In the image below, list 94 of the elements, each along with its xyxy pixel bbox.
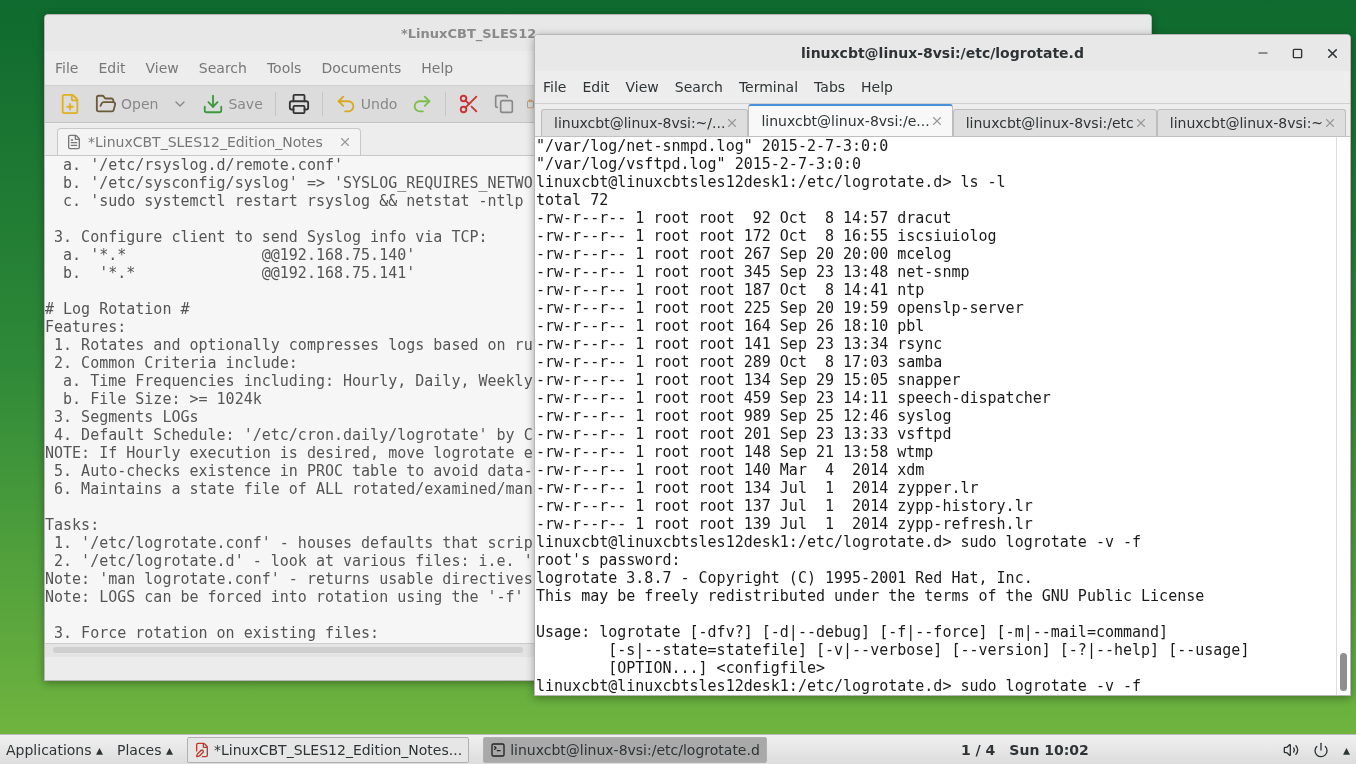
close-icon[interactable]	[338, 135, 352, 149]
vertical-scrollbar[interactable]	[1336, 137, 1350, 695]
power-icon[interactable]	[1313, 741, 1329, 758]
editor-line: a. Time Frequencies including: Hourly, Daily, Weekly	[62, 372, 534, 390]
editor-line: 6. Maintains a state file of ALL rotated/examined/man	[53, 480, 534, 498]
maximize-button[interactable]	[1292, 47, 1303, 59]
editor-line: Tasks:	[45, 516, 101, 534]
terminal-line: Usage: logrotate [-dfv?] [-d|--debug] [-f|--force] [-m|--mail=command]	[536, 623, 1170, 641]
horizontal-scrollbar[interactable]	[45, 643, 534, 657]
editor-line: c. 'sudo systemctl restart rsyslog && netstat -ntlp	[62, 192, 525, 210]
terminal-line: [OPTION...] <configfile>	[607, 659, 826, 677]
editor-line: 5. Auto-checks existence in PROC table to avoid data-	[53, 462, 534, 480]
editor-line: b. '/etc/sysconfig/syslog' => 'SYSLOG_REQUIRES_NETWO	[62, 174, 534, 192]
document-tab[interactable]: *LinuxCBT_SLES12_Edition_Notes	[57, 128, 361, 155]
terminal-line: -rw-r--r-- 1 root root 148 Sep 21 13:58 wtmp	[536, 443, 935, 461]
window-title: *LinuxCBT_SLES12	[401, 25, 537, 41]
editor-line: NOTE: If Hourly execution is desired, move logrotate e	[45, 444, 534, 462]
document-icon	[66, 134, 82, 150]
tab-label: *LinuxCBT_SLES12_Edition_Notes	[88, 134, 323, 150]
editor-line: b. File Size: >= 1024k	[62, 390, 263, 408]
editor-line: Features:	[45, 318, 128, 336]
volume-icon[interactable]	[1283, 741, 1299, 758]
terminal-line: linuxcbt@linuxcbtsles12desk1:/etc/logrotate.d> ls -l	[536, 173, 1007, 191]
editor-line: Note: 'man logrotate.conf' - returns usable directives	[45, 570, 534, 588]
terminal-line: This may be freely redistributed under the terms of the GNU Public License	[536, 587, 1206, 605]
menu-item[interactable]: Edit	[582, 79, 610, 95]
editor-line: 3. Configure client to send Syslog info via TCP:	[53, 228, 489, 246]
terminal-line: -rw-r--r-- 1 root root 459 Sep 23 14:11 speech-dispatcher	[536, 389, 1052, 407]
terminal-line: -rw-r--r-- 1 root root 289 Oct 8 17:03 samba	[536, 353, 944, 371]
terminal-line: linuxcbt@linuxcbtsles12desk1:/etc/logrotate.d> sudo logrotate -v -f	[536, 533, 1143, 551]
terminal-line: logrotate 3.8.7 - Copyright (C) 1995-2001 Red Hat, Inc.	[536, 569, 1034, 587]
terminal-line: -rw-r--r-- 1 root root 140 Mar 4 2014 xdm	[536, 461, 926, 479]
editor-line: a. '*.* @@192.168.75.140'	[62, 246, 417, 264]
editor-line: b. '*.* @@192.168.75.141'	[62, 264, 417, 282]
text-editor-area[interactable]	[45, 156, 534, 643]
download-icon	[202, 93, 225, 115]
terminal-line: -rw-r--r-- 1 root root 134 Sep 29 15:05 snapper	[536, 371, 962, 389]
editor-line: 1. Rotates and optionally compresses logs based on ru	[53, 336, 534, 354]
terminal-line: -rw-r--r-- 1 root root 989 Sep 25 12:46 syslog	[536, 407, 953, 425]
menu-item[interactable]: Documents	[321, 60, 402, 76]
terminal-line: -rw-r--r-- 1 root root 172 Oct 8 16:55 iscsiuiolog	[536, 227, 998, 245]
terminal-line: -rw-r--r-- 1 root root 267 Sep 20 20:00 mcelog	[536, 245, 953, 263]
menu-item[interactable]: File	[543, 79, 567, 95]
taskbar-window-button[interactable]: linuxcbt@linux-8vsi:/etc/logrotate.d	[483, 736, 767, 763]
menu-item[interactable]: File	[55, 60, 79, 76]
terminal-line: -rw-r--r-- 1 root root 187 Oct 8 14:41 ntp	[536, 281, 926, 299]
clock[interactable]: Sun 10:02	[1009, 741, 1089, 758]
taskbar-window-button[interactable]: *LinuxCBT_SLES12_Edition_Notes...	[187, 736, 470, 763]
editor-line: 2. Common Criteria include:	[53, 354, 299, 372]
editor-line: 3. Segments LOGs	[53, 408, 200, 426]
window-title: linuxcbt@linux-8vsi:/etc/logrotate.d	[801, 45, 1084, 61]
terminal-line: "/var/log/net-snmpd.log" 2015-2-7-3:0:0	[536, 137, 890, 155]
menu-item[interactable]: Tabs	[814, 79, 846, 95]
terminal-line: linuxcbt@linuxcbtsles12desk1:/etc/logrotate.d> sudo logrotate -v -f	[536, 677, 1143, 695]
terminal-tab[interactable]: linuxcbt@linux-8vsi:~/...	[541, 109, 749, 136]
menu-item[interactable]: View	[625, 79, 659, 95]
menu-item[interactable]: Help	[861, 79, 893, 95]
folder-icon	[95, 93, 117, 115]
panel-menu[interactable]: Places ▴	[117, 741, 173, 758]
workspace-indicator[interactable]: 1 / 4	[961, 741, 996, 758]
editor-line: 3. Force rotation on existing files:	[53, 624, 381, 642]
terminal-line: -rw-r--r-- 1 root root 164 Sep 26 18:10 pbl	[536, 317, 926, 335]
terminal-icon	[490, 741, 507, 758]
editor-line: 2. '/etc/logrotate.d' - look at various files: i.e. '	[53, 552, 534, 570]
terminal-line: -rw-r--r-- 1 root root 201 Sep 23 13:33 vsftpd	[536, 425, 953, 443]
terminal-line: -rw-r--r-- 1 root root 141 Sep 23 13:34 rsync	[536, 335, 944, 353]
terminal-line: total 72	[536, 191, 610, 209]
menu-item[interactable]: Search	[198, 60, 247, 76]
terminal-line: -rw-r--r-- 1 root root 139 Jul 1 2014 zypp-refresh.lr	[536, 515, 1034, 533]
menu-item[interactable]: Tools	[266, 60, 302, 76]
terminal-line: -rw-r--r-- 1 root root 345 Sep 23 13:48 net-snmp	[536, 263, 971, 281]
terminal-line: "/var/log/vsftpd.log" 2015-2-7-3:0:0	[536, 155, 863, 173]
terminal-line: -rw-r--r-- 1 root root 225 Sep 20 19:59 openslp-server	[536, 299, 1025, 317]
tray-arrow[interactable]: ▴	[1343, 741, 1350, 758]
terminal-line: -rw-r--r-- 1 root root 92 Oct 8 14:57 dracut	[536, 209, 953, 227]
terminal-line: -rw-r--r-- 1 root root 137 Jul 1 2014 zypp-history.lr	[536, 497, 1034, 515]
editor-line: 1. '/etc/logrotate.conf' - houses defaults that scrip	[53, 534, 534, 552]
menu-item[interactable]: Search	[674, 79, 723, 95]
editor-line: # Log Rotation #	[45, 300, 191, 318]
editor-line: 4. Default Schedule: '/etc/cron.daily/logrotate' by C	[53, 426, 534, 444]
terminal-tab[interactable]: linuxcbt@linux-8vsi:/e...	[748, 104, 953, 136]
menu-item[interactable]: Help	[421, 60, 454, 76]
menu-item[interactable]: Terminal	[738, 79, 799, 95]
terminal-line: -rw-r--r-- 1 root root 134 Jul 1 2014 zypper.lr	[536, 479, 980, 497]
terminal-line: root's password:	[536, 551, 682, 569]
terminal-line: [-s|--state=statefile] [-v|--verbose] [--version] [-?|--help] [--usage]	[607, 641, 1251, 659]
menu-item[interactable]: View	[145, 60, 179, 76]
editor-line: Note: LOGS can be forced into rotation using the '-f'	[45, 588, 525, 606]
menu-item[interactable]: Edit	[98, 60, 126, 76]
editor-line: a. '/etc/rsyslog.d/remote.conf'	[62, 156, 344, 174]
terminal-tab[interactable]: linuxcbt@linux-8vsi:~	[1156, 109, 1347, 136]
editor-icon	[194, 741, 210, 758]
terminal-tab[interactable]: linuxcbt@linux-8vsi:/etc	[952, 109, 1157, 136]
panel-menu[interactable]: Applications ▴	[6, 741, 103, 758]
